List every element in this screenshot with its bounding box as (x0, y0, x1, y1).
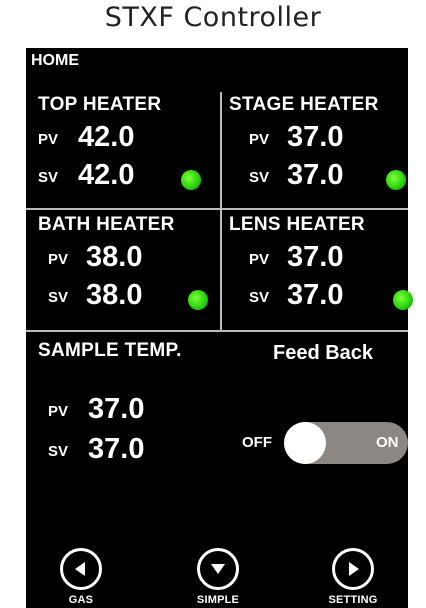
pv-label: PV (48, 403, 69, 420)
bath-heater-title: BATH HEATER (38, 214, 175, 235)
grid-divider-bottom (26, 330, 408, 332)
sample-temp-panel: SAMPLE TEMP. PV 37.0 SV 37.0 (38, 340, 228, 480)
down-arrow-icon[interactable] (197, 548, 239, 590)
screen-title: HOME (31, 52, 79, 69)
sv-label: SV (249, 169, 270, 186)
lens-heater-panel: LENS HEATER PV 37.0 SV 37.0 (229, 214, 413, 324)
bath-heater-status-led (188, 290, 208, 310)
sv-label: SV (48, 443, 69, 460)
lens-heater-status-led (393, 290, 413, 310)
grid-divider-vertical (220, 92, 222, 330)
toggle-knob[interactable] (284, 422, 326, 464)
pv-label: PV (48, 251, 69, 268)
gas-nav-button[interactable]: GAS (31, 548, 131, 606)
left-arrow-icon[interactable] (60, 548, 102, 590)
controller-screen: HOME TOP HEATER PV 42.0 SV 42.0 STAGE HE… (26, 48, 413, 608)
stage-heater-pv-value: 37.0 (287, 121, 344, 153)
stage-heater-panel: STAGE HEATER PV 37.0 SV 37.0 (229, 94, 409, 204)
grid-divider-middle (26, 208, 408, 210)
feedback-on-label: ON (376, 434, 399, 451)
pv-label: PV (249, 131, 270, 148)
sample-temp-sv-value: 37.0 (88, 433, 145, 465)
lens-heater-title: LENS HEATER (229, 214, 365, 235)
sv-label: SV (48, 289, 69, 306)
setting-nav-button[interactable]: SETTING (303, 548, 403, 606)
pv-label: PV (249, 251, 270, 268)
stage-heater-title: STAGE HEATER (229, 94, 379, 115)
bath-heater-panel: BATH HEATER PV 38.0 SV 38.0 (38, 214, 218, 324)
bath-heater-pv-value: 38.0 (86, 241, 143, 273)
feedback-off-label: OFF (242, 434, 272, 451)
stage-heater-sv-value: 37.0 (287, 159, 344, 191)
setting-nav-label: SETTING (328, 594, 378, 606)
top-heater-sv-value: 42.0 (78, 159, 135, 191)
page-caption: STXF Controller (104, 2, 322, 33)
lens-heater-pv-value: 37.0 (287, 241, 344, 273)
pv-label: PV (38, 131, 59, 148)
sample-temp-pv-value: 37.0 (88, 393, 145, 425)
top-heater-title: TOP HEATER (38, 94, 162, 115)
simple-nav-label: SIMPLE (196, 594, 240, 606)
right-arrow-icon[interactable] (332, 548, 374, 590)
stage-heater-status-led (386, 170, 406, 190)
sample-temp-title: SAMPLE TEMP. (38, 340, 182, 361)
simple-nav-button[interactable]: SIMPLE (168, 548, 268, 606)
top-heater-pv-value: 42.0 (78, 121, 135, 153)
bath-heater-sv-value: 38.0 (86, 279, 143, 311)
gas-nav-label: GAS (68, 594, 94, 606)
lens-heater-sv-value: 37.0 (287, 279, 344, 311)
top-heater-panel: TOP HEATER PV 42.0 SV 42.0 (38, 94, 218, 204)
feedback-title: Feed Back (273, 342, 374, 364)
sv-label: SV (249, 289, 270, 306)
sv-label: SV (38, 169, 59, 186)
top-heater-status-led (181, 170, 201, 190)
